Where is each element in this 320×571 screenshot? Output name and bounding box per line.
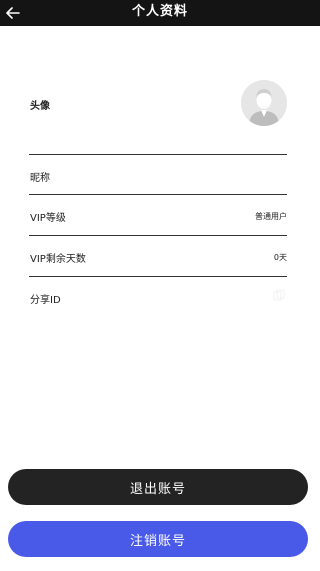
vip-days-label: VIP剩余天数 <box>30 254 86 265</box>
avatar[interactable] <box>241 80 287 126</box>
share-id-row[interactable]: 分享ID <box>29 277 287 317</box>
page-title: 个人资料 <box>131 4 188 19</box>
profile-page: 个人资料 头像 昵称 VIP等级 普通用户 VIP剩余天数 0天 分享ID 退出… <box>0 0 320 571</box>
vip-level-value: 普通用户 <box>255 212 287 221</box>
user-placeholder-icon <box>241 80 287 126</box>
avatar-row[interactable]: 头像 <box>29 60 287 155</box>
share-id-label: 分享ID <box>30 295 61 306</box>
avatar-label: 头像 <box>30 101 50 112</box>
vip-level-row: VIP等级 普通用户 <box>29 195 287 236</box>
vip-days-value: 0天 <box>273 253 287 262</box>
header-bar: 个人资料 <box>0 0 320 26</box>
vip-level-label: VIP等级 <box>30 213 66 224</box>
copy-icon[interactable] <box>273 289 285 301</box>
nickname-row[interactable]: 昵称 <box>29 155 287 195</box>
logout-button[interactable]: 退出账号 <box>8 469 308 505</box>
cancel-account-button[interactable]: 注销账号 <box>8 521 308 557</box>
vip-days-row: VIP剩余天数 0天 <box>29 236 287 277</box>
nickname-label: 昵称 <box>30 173 50 184</box>
